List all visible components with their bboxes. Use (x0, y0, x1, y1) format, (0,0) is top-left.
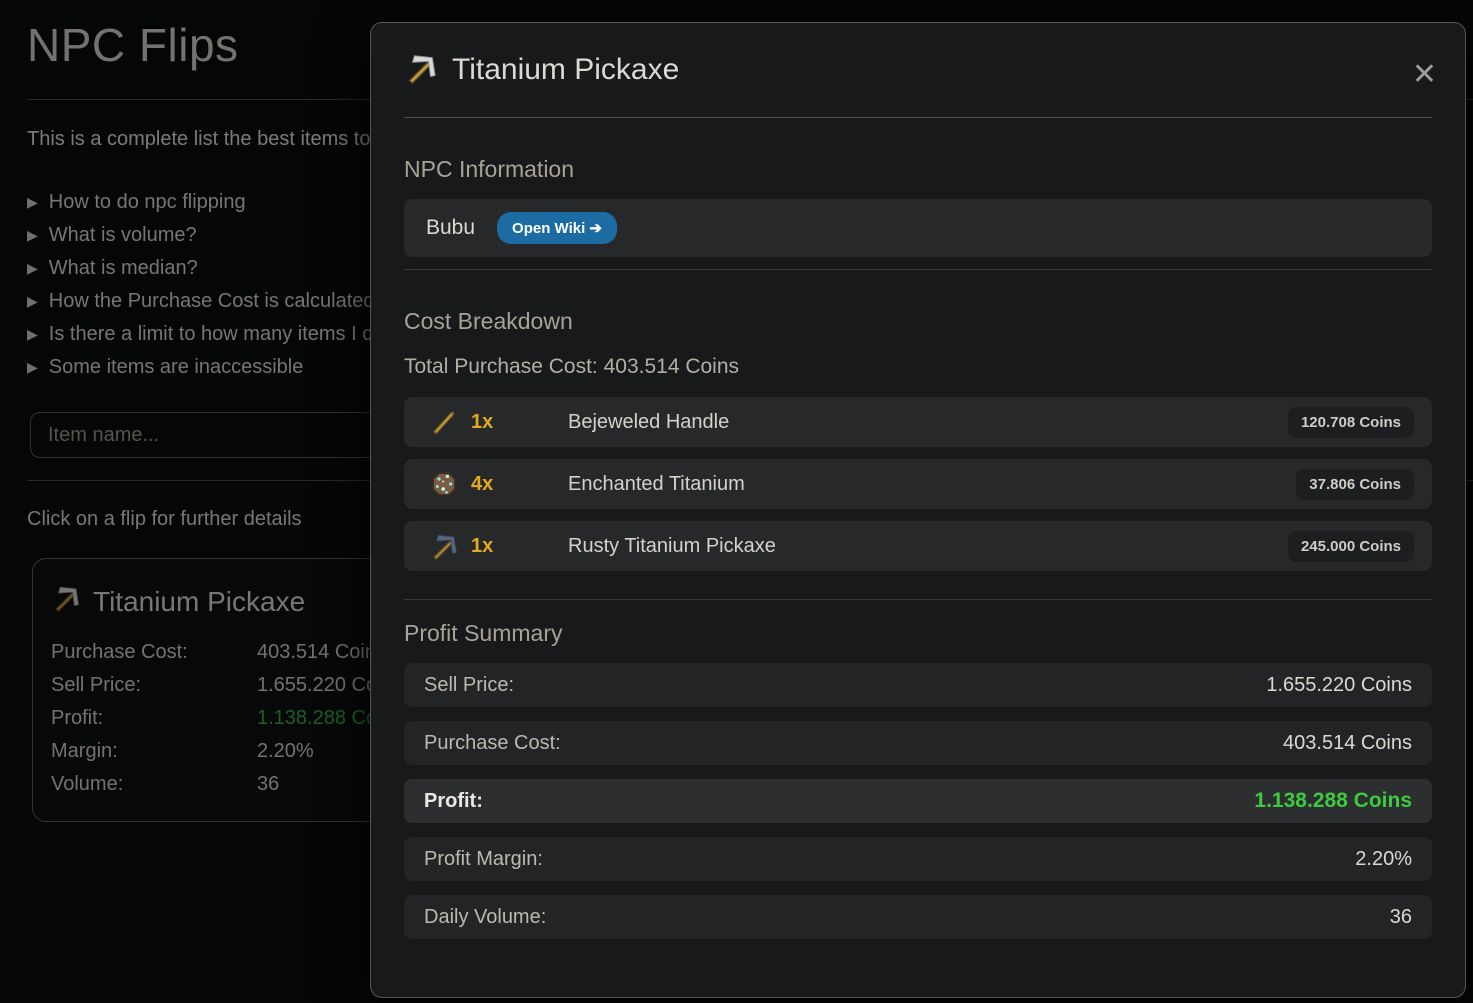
item-cost-badge: 120.708 Coins (1288, 407, 1414, 438)
summary-value: 1.138.288 Coins (1254, 789, 1412, 813)
item-name: Rusty Titanium Pickaxe (568, 535, 776, 558)
cost-item-row: 1x Bejeweled Handle 120.708 Coins (404, 397, 1432, 447)
cost-item-list: 1x Bejeweled Handle 120.708 Coins 4x Enc… (404, 397, 1432, 571)
summary-row: Daily Volume: 36 (404, 895, 1432, 939)
ore-icon (429, 469, 459, 499)
modal-title: Titanium Pickaxe (452, 53, 679, 87)
profit-summary-list: Sell Price: 1.655.220 Coins Purchase Cos… (404, 663, 1432, 939)
total-purchase-cost: Total Purchase Cost: 403.514 Coins (404, 355, 1432, 379)
stick-icon (429, 407, 459, 437)
close-icon[interactable]: ✕ (1412, 60, 1437, 90)
item-quantity: 1x (471, 411, 513, 434)
item-quantity: 4x (471, 473, 513, 496)
modal-content: Titanium Pickaxe ✕ NPC Information Bubu … (371, 23, 1465, 997)
profit-summary-heading: Profit Summary (404, 620, 1432, 647)
open-wiki-button[interactable]: Open Wiki ➔ (497, 212, 617, 244)
rusty-pickaxe-icon (429, 531, 459, 561)
cost-item-row: 4x Enchanted Titanium 37.806 Coins (404, 459, 1432, 509)
item-cost-badge: 37.806 Coins (1296, 469, 1414, 500)
item-name: Bejeweled Handle (568, 411, 729, 434)
item-quantity: 1x (471, 535, 513, 558)
cost-breakdown-heading: Cost Breakdown (404, 308, 1432, 335)
summary-row: Profit: 1.138.288 Coins (404, 779, 1432, 823)
summary-row: Sell Price: 1.655.220 Coins (404, 663, 1432, 707)
summary-label: Daily Volume: (424, 906, 546, 929)
npc-information-heading: NPC Information (404, 156, 1432, 183)
summary-label: Profit: (424, 790, 483, 813)
pickaxe-icon (404, 51, 438, 90)
summary-value: 36 (1390, 906, 1412, 929)
summary-label: Purchase Cost: (424, 732, 561, 755)
app-root: NPC Flips This is a complete list the be… (0, 0, 1473, 1003)
summary-value: 2.20% (1355, 848, 1412, 871)
divider (404, 269, 1432, 270)
summary-label: Sell Price: (424, 674, 514, 697)
summary-label: Profit Margin: (424, 848, 543, 871)
summary-row: Profit Margin: 2.20% (404, 837, 1432, 881)
item-cost-badge: 245.000 Coins (1288, 531, 1414, 562)
divider (404, 599, 1432, 600)
summary-value: 1.655.220 Coins (1266, 674, 1412, 697)
cost-item-row: 1x Rusty Titanium Pickaxe 245.000 Coins (404, 521, 1432, 571)
summary-row: Purchase Cost: 403.514 Coins (404, 721, 1432, 765)
npc-row: Bubu Open Wiki ➔ (404, 199, 1432, 257)
item-details-modal: Titanium Pickaxe ✕ NPC Information Bubu … (370, 22, 1466, 998)
modal-header: Titanium Pickaxe (404, 23, 1432, 118)
summary-value: 403.514 Coins (1283, 732, 1412, 755)
npc-name: Bubu (426, 216, 475, 240)
item-name: Enchanted Titanium (568, 473, 745, 496)
